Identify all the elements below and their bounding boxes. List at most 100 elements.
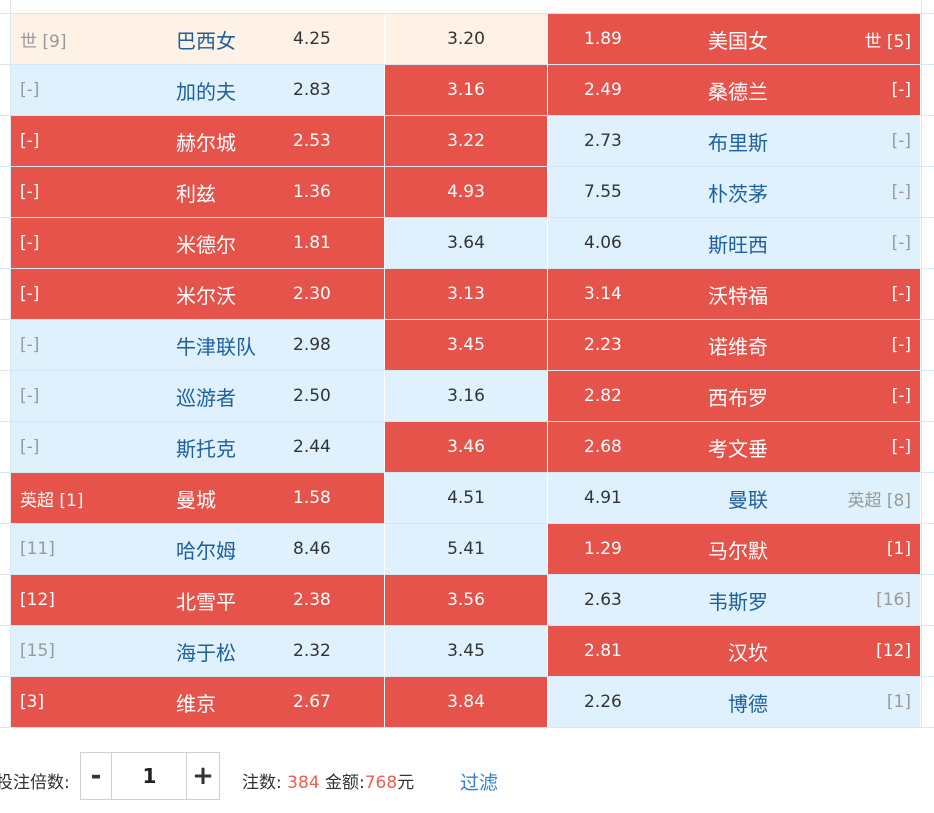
away-win-option[interactable]: 2.81 汉坎 [12]: [548, 626, 921, 676]
home-odd: 2.98: [293, 335, 331, 355]
draw-odd: 3.45: [447, 641, 485, 661]
home-win-option[interactable]: [11] 哈尔姆 8.46: [10, 524, 385, 574]
home-rank: [-]: [20, 284, 40, 304]
away-odd: 2.49: [584, 80, 622, 100]
away-team: 诺维奇: [708, 334, 768, 359]
match-row: 英超 [1] 曼城 1.58 4.51 4.91 曼联 英超 [8]: [10, 473, 921, 524]
draw-option[interactable]: 3.16: [385, 65, 548, 115]
filter-link[interactable]: 过滤: [460, 768, 498, 795]
home-team: 巴西女: [176, 28, 236, 53]
row-divider: [0, 115, 934, 116]
away-win-option[interactable]: 2.23 诺维奇 [-]: [548, 320, 921, 370]
away-team: 布里斯: [708, 130, 768, 155]
home-rank: [-]: [20, 437, 40, 457]
away-win-option[interactable]: 2.68 考文垂 [-]: [548, 422, 921, 472]
home-win-option[interactable]: [-] 巡游者 2.50: [10, 371, 385, 421]
away-win-option[interactable]: 2.63 韦斯罗 [16]: [548, 575, 921, 625]
home-win-option[interactable]: [-] 牛津联队 2.98: [10, 320, 385, 370]
away-odd: 2.82: [584, 386, 622, 406]
away-win-option[interactable]: 2.26 博德 [1]: [548, 677, 921, 727]
draw-option[interactable]: 3.45: [385, 626, 548, 676]
match-row: [-] 米尔沃 2.30 3.13 3.14 沃特福 [-]: [10, 269, 921, 320]
away-win-option[interactable]: 4.06 斯旺西 [-]: [548, 218, 921, 268]
home-win-option[interactable]: [15] 海于松 2.32: [10, 626, 385, 676]
draw-option[interactable]: 3.64: [385, 218, 548, 268]
away-odd: 2.63: [584, 590, 622, 610]
draw-odd: 4.93: [447, 182, 485, 202]
away-odd: 3.14: [584, 284, 622, 304]
draw-odd: 4.51: [447, 488, 485, 508]
away-team: 曼联: [728, 487, 768, 512]
away-rank: [1]: [886, 539, 911, 559]
match-row: [3] 维京 2.67 3.84 2.26 博德 [1]: [10, 677, 921, 728]
away-win-option[interactable]: 2.49 桑德兰 [-]: [548, 65, 921, 115]
home-rank: [3]: [20, 692, 45, 712]
home-rank: [12]: [20, 590, 55, 610]
away-odd: 2.23: [584, 335, 622, 355]
draw-option[interactable]: 3.56: [385, 575, 548, 625]
row-divider: [0, 727, 934, 728]
home-win-option[interactable]: [-] 利兹 1.36: [10, 167, 385, 217]
away-team: 汉坎: [728, 640, 768, 665]
away-odd: 4.91: [584, 488, 622, 508]
multiplier-input[interactable]: [112, 753, 187, 799]
away-win-option[interactable]: 2.73 布里斯 [-]: [548, 116, 921, 166]
match-row: [-] 利兹 1.36 4.93 7.55 朴茨茅 [-]: [10, 167, 921, 218]
draw-option[interactable]: 5.41: [385, 524, 548, 574]
home-odd: 2.38: [293, 590, 331, 610]
away-rank: [-]: [891, 80, 911, 100]
home-team: 米德尔: [176, 232, 236, 257]
bets-label: 注数:: [242, 773, 282, 793]
away-win-option[interactable]: 1.89 美国女 世 [5]: [548, 14, 921, 64]
away-team: 马尔默: [708, 538, 768, 563]
home-odd: 1.36: [293, 182, 331, 202]
draw-option[interactable]: 3.46: [385, 422, 548, 472]
away-odd: 2.68: [584, 437, 622, 457]
draw-option[interactable]: 3.16: [385, 371, 548, 421]
away-win-option[interactable]: 3.14 沃特福 [-]: [548, 269, 921, 319]
home-win-option[interactable]: 英超 [1] 曼城 1.58: [10, 473, 385, 523]
away-rank: 世 [5]: [864, 31, 911, 52]
match-row: [11] 哈尔姆 8.46 5.41 1.29 马尔默 [1]: [10, 524, 921, 575]
home-team: 哈尔姆: [176, 538, 236, 563]
draw-option[interactable]: 4.93: [385, 167, 548, 217]
home-win-option[interactable]: 世 [9] 巴西女 4.25: [10, 14, 385, 64]
decrease-button[interactable]: -: [81, 753, 112, 799]
draw-option[interactable]: 3.22: [385, 116, 548, 166]
draw-option[interactable]: 3.84: [385, 677, 548, 727]
away-win-option[interactable]: 7.55 朴茨茅 [-]: [548, 167, 921, 217]
draw-odd: 3.45: [447, 335, 485, 355]
home-win-option[interactable]: [-] 加的夫 2.83: [10, 65, 385, 115]
away-odd: 1.89: [584, 29, 622, 49]
away-rank: [-]: [891, 335, 911, 355]
home-team: 赫尔城: [176, 130, 236, 155]
home-team: 巡游者: [176, 385, 236, 410]
draw-option[interactable]: 4.51: [385, 473, 548, 523]
home-odd: 4.25: [293, 29, 331, 49]
increase-button[interactable]: +: [186, 753, 219, 799]
home-win-option[interactable]: [-] 米德尔 1.81: [10, 218, 385, 268]
draw-odd: 5.41: [447, 539, 485, 559]
home-odd: 2.32: [293, 641, 331, 661]
away-win-option[interactable]: 2.82 西布罗 [-]: [548, 371, 921, 421]
home-win-option[interactable]: [3] 维京 2.67: [10, 677, 385, 727]
draw-odd: 3.56: [447, 590, 485, 610]
home-odd: 2.30: [293, 284, 331, 304]
home-win-option[interactable]: [-] 米尔沃 2.30: [10, 269, 385, 319]
home-odd: 2.50: [293, 386, 331, 406]
home-win-option[interactable]: [12] 北雪平 2.38: [10, 575, 385, 625]
away-team: 考文垂: [708, 436, 768, 461]
home-win-option[interactable]: [-] 赫尔城 2.53: [10, 116, 385, 166]
draw-option[interactable]: 3.45: [385, 320, 548, 370]
multiplier-stepper: - +: [80, 752, 220, 800]
draw-option[interactable]: 3.13: [385, 269, 548, 319]
draw-option[interactable]: 3.20: [385, 14, 548, 64]
away-win-option[interactable]: 1.29 马尔默 [1]: [548, 524, 921, 574]
away-win-option[interactable]: 4.91 曼联 英超 [8]: [548, 473, 921, 523]
away-team: 朴茨茅: [708, 181, 768, 206]
away-team: 斯旺西: [708, 232, 768, 257]
away-rank: [12]: [876, 641, 911, 661]
home-rank: [-]: [20, 335, 40, 355]
draw-odd: 3.20: [447, 29, 485, 49]
home-win-option[interactable]: [-] 斯托克 2.44: [10, 422, 385, 472]
